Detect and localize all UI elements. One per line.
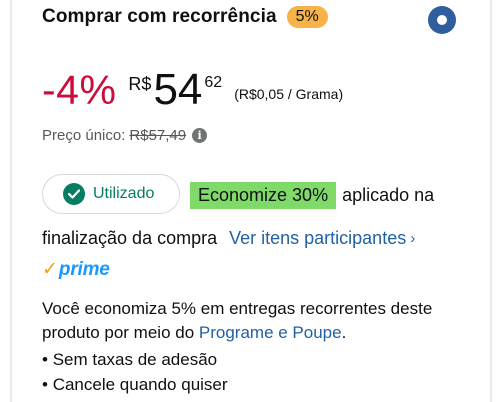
price-whole: 54: [153, 65, 203, 114]
subscribe-description: Você economiza 5% em entregas recorrente…: [42, 297, 472, 345]
panel-border-right: [490, 0, 492, 402]
subscribe-radio-button[interactable]: [428, 6, 456, 34]
single-price-label: Preço único:: [42, 127, 126, 144]
coupon-line: Economize 30% aplicado na: [190, 182, 434, 209]
subscribe-save-link[interactable]: Programe e Poupe: [199, 323, 342, 342]
check-circle-icon: [63, 183, 85, 205]
participating-items-link[interactable]: Ver itens participantes: [229, 228, 406, 249]
price-currency: R$: [128, 74, 152, 94]
prime-wordmark: prime: [58, 258, 110, 280]
price-block: -4% R$ 54 62 (R$0,05 / Grama): [42, 65, 344, 114]
discount-percentage: -4%: [42, 67, 117, 113]
chevron-right-icon[interactable]: ›: [410, 230, 415, 247]
subscribe-header[interactable]: Comprar com recorrência 5%: [42, 6, 328, 28]
unit-price: (R$0,05 / Grama): [234, 86, 344, 102]
discount-badge: 5%: [286, 6, 328, 28]
price-fraction: 62: [204, 74, 223, 91]
panel-border-left: [10, 0, 12, 402]
coupon-used-label: Utilizado: [93, 185, 155, 202]
applied-text: aplicado na: [342, 185, 435, 205]
single-price-row: Preço único: R$57,49 i: [42, 127, 208, 144]
prime-check-icon: ✓: [42, 259, 58, 280]
benefit-item: Cancele quando quiser: [42, 372, 228, 397]
radio-selected-dot: [437, 15, 447, 25]
info-icon[interactable]: i: [192, 128, 208, 143]
benefits-list: Sem taxas de adesão Cancele quando quise…: [42, 347, 228, 397]
save-percentage-badge: Economize 30%: [190, 182, 337, 209]
description-suffix: .: [341, 323, 347, 342]
benefit-item: Sem taxas de adesão: [42, 347, 228, 372]
checkout-text: finalização da compra: [42, 228, 218, 248]
coupon-used-pill: Utilizado: [42, 174, 180, 214]
prime-logo: ✓ prime: [42, 258, 110, 281]
option-title: Comprar com recorrência: [42, 6, 277, 27]
checkout-line: finalização da compra Ver itens particip…: [42, 228, 415, 249]
single-price-value: R$57,49: [129, 127, 187, 144]
